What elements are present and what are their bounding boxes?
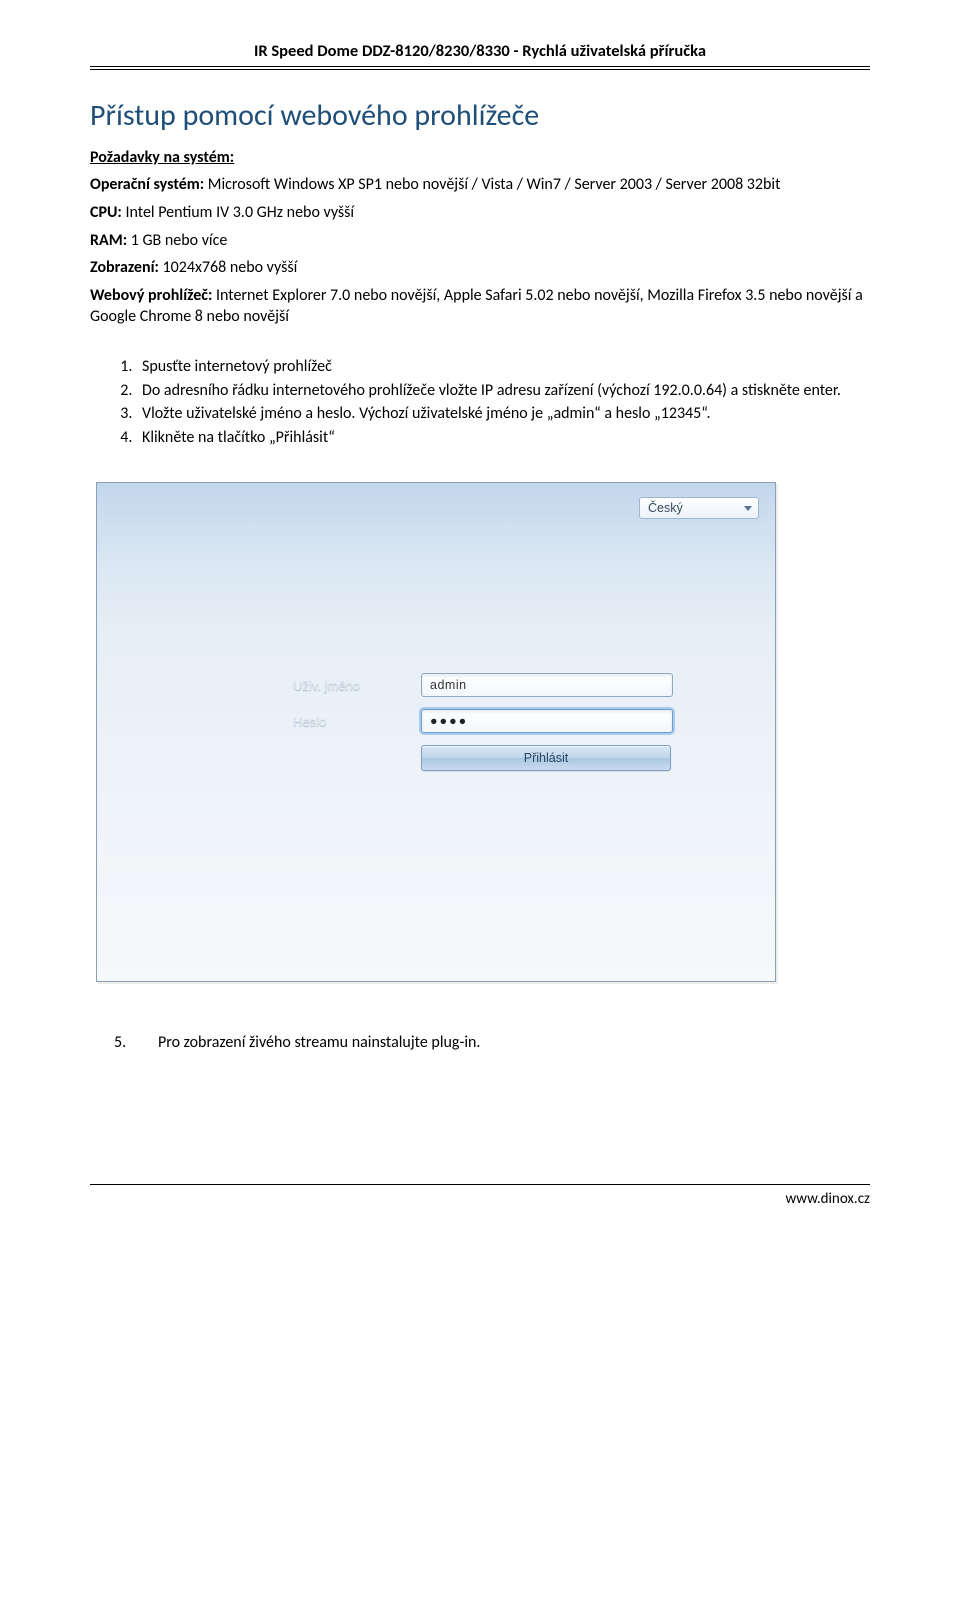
step-2: Do adresního řádku internetového prohlíž…	[136, 380, 870, 402]
spec-cpu: CPU: Intel Pentium IV 3.0 GHz nebo vyšší	[90, 202, 870, 224]
spec-cpu-value: Intel Pentium IV 3.0 GHz nebo vyšší	[122, 203, 354, 222]
username-label: Uživ. jméno	[293, 677, 421, 695]
step-5: 5.Pro zobrazení živého streamu nainstalu…	[136, 1032, 870, 1054]
spec-browser: Webový prohlížeč: Internet Explorer 7.0 …	[90, 285, 870, 328]
step-5-number: 5.	[136, 1032, 158, 1054]
spec-ram: RAM: 1 GB nebo více	[90, 230, 870, 252]
chevron-down-icon	[744, 506, 752, 511]
requirements-subhead: Požadavky na systém:	[90, 147, 870, 169]
spec-browser-label: Webový prohlížeč:	[90, 286, 212, 305]
step-1: Spusťte internetový prohlížeč	[136, 356, 870, 378]
spec-display: Zobrazení: 1024x768 nebo vyšší	[90, 257, 870, 279]
page-title: Přístup pomocí webového prohlížeče	[90, 96, 870, 137]
spec-cpu-label: CPU:	[90, 203, 122, 222]
spec-os: Operační systém: Microsoft Windows XP SP…	[90, 174, 870, 196]
spec-os-label: Operační systém:	[90, 175, 204, 194]
login-screenshot: Český Uživ. jméno admin Heslo ●●●● Přihl…	[96, 482, 776, 982]
step-5-text: Pro zobrazení živého streamu nainstalujt…	[158, 1033, 480, 1052]
footer-rule	[90, 1184, 870, 1185]
login-form: Uživ. jméno admin Heslo ●●●● Přihlásit	[293, 673, 673, 771]
footer-link: www.dinox.cz	[786, 1190, 871, 1208]
password-value: ●●●●	[430, 713, 468, 730]
password-row: Heslo ●●●●	[293, 709, 673, 733]
spec-ram-value: 1 GB nebo více	[127, 231, 227, 250]
step-4: Klikněte na tlačítko „Přihlásit“	[136, 427, 870, 449]
password-input[interactable]: ●●●●	[421, 709, 673, 733]
page-footer: www.dinox.cz	[90, 1184, 870, 1209]
spec-display-value: 1024x768 nebo vyšší	[159, 258, 297, 277]
username-input[interactable]: admin	[421, 673, 673, 697]
language-select-value: Český	[648, 500, 683, 517]
spec-os-value: Microsoft Windows XP SP1 nebo novější / …	[204, 175, 780, 194]
steps-list: Spusťte internetový prohlížeč Do adresní…	[136, 356, 870, 448]
document-header: IR Speed Dome DDZ-8120/8230/8330 - Rychl…	[90, 40, 870, 67]
header-rule	[90, 69, 870, 70]
password-label: Heslo	[293, 713, 421, 731]
username-row: Uživ. jméno admin	[293, 673, 673, 697]
step-3: Vložte uživatelské jméno a heslo. Výchoz…	[136, 403, 870, 425]
username-value: admin	[430, 677, 467, 694]
language-select[interactable]: Český	[639, 497, 759, 519]
spec-display-label: Zobrazení:	[90, 258, 159, 277]
spec-ram-label: RAM:	[90, 231, 127, 250]
login-button[interactable]: Přihlásit	[421, 745, 671, 771]
